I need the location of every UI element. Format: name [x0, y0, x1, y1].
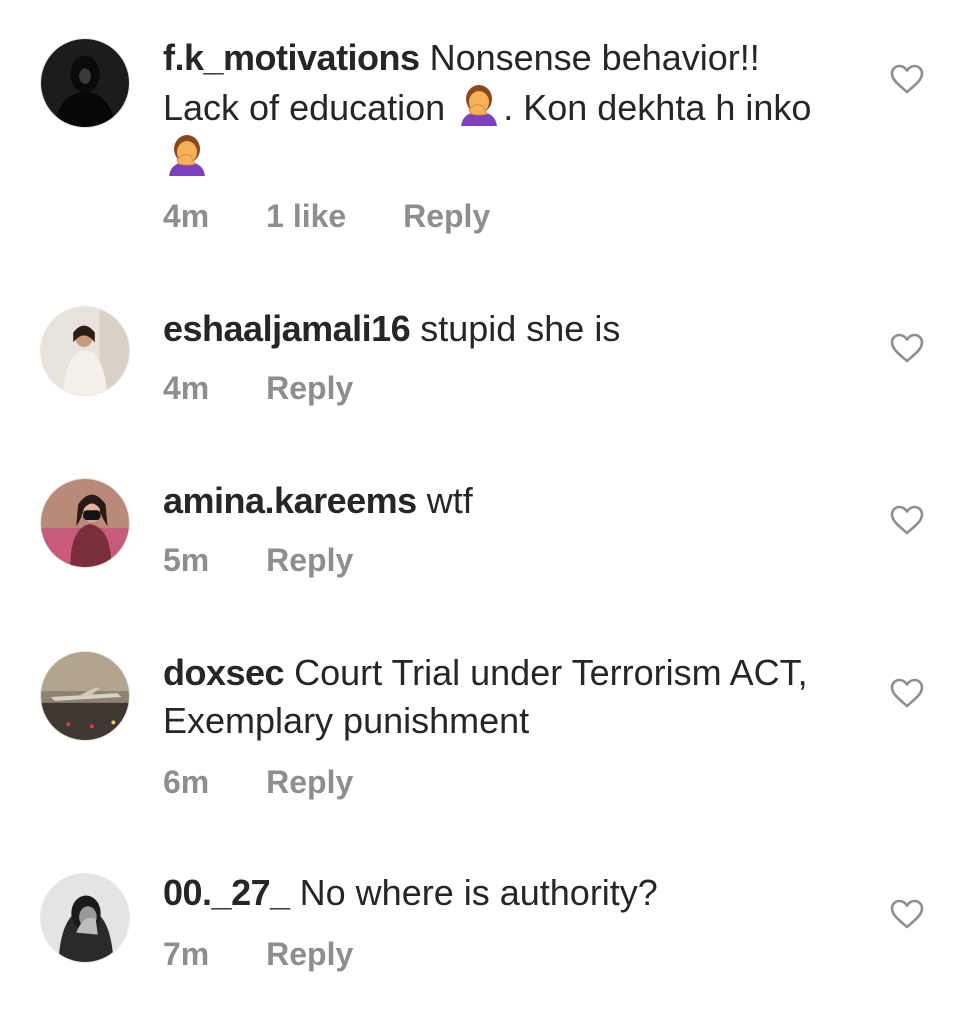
- comment-username[interactable]: eshaaljamali16: [163, 308, 411, 349]
- heart-icon[interactable]: [890, 64, 924, 94]
- comment-username[interactable]: 00._27_: [163, 872, 290, 913]
- comment-time: 6m: [163, 764, 210, 800]
- comment-username[interactable]: doxsec: [163, 652, 285, 693]
- comment-time: 5m: [163, 542, 210, 578]
- comment-text: wtf: [426, 480, 473, 521]
- comment-text: No where is authority?: [299, 872, 658, 913]
- comment-body: f.k_motivations Nonsense behavior!! Lack…: [163, 34, 843, 182]
- avatar-image: [41, 39, 129, 127]
- comment-body: 00._27_ No where is authority?: [163, 869, 843, 917]
- avatar[interactable]: [40, 651, 130, 741]
- reply-button[interactable]: Reply: [403, 198, 490, 234]
- comment-meta: 6m Reply: [163, 764, 401, 801]
- comment-username[interactable]: f.k_motivations: [163, 37, 420, 78]
- heart-icon[interactable]: [890, 333, 924, 363]
- avatar-image: [41, 652, 129, 740]
- comment-body: amina.kareems wtf: [163, 477, 843, 525]
- reply-button[interactable]: Reply: [266, 542, 353, 578]
- avatar-image: [41, 874, 129, 962]
- comment-meta: 7m Reply: [163, 936, 401, 973]
- woman-facepalming-emoji-icon: [461, 85, 498, 126]
- comment-time: 7m: [163, 936, 210, 972]
- reply-button[interactable]: Reply: [266, 370, 353, 406]
- avatar[interactable]: [40, 478, 130, 568]
- avatar[interactable]: [40, 306, 130, 396]
- comment-body: eshaaljamali16 stupid she is: [163, 305, 843, 353]
- comment-text: stupid she is: [420, 308, 621, 349]
- comment-meta: 4m 1 like Reply: [163, 198, 538, 235]
- comment-likes-link[interactable]: 1 like: [266, 198, 346, 234]
- reply-button[interactable]: Reply: [266, 936, 353, 972]
- comment-meta: 5m Reply: [163, 542, 401, 579]
- woman-facepalming-emoji-icon: [169, 135, 205, 176]
- comment-username[interactable]: amina.kareems: [163, 480, 417, 521]
- comment-meta: 4m Reply: [163, 370, 401, 407]
- avatar[interactable]: [40, 38, 130, 128]
- comment-body: doxsec Court Trial under Terrorism ACT, …: [163, 649, 843, 745]
- avatar[interactable]: [40, 873, 130, 963]
- avatar-image: [41, 479, 129, 567]
- reply-button[interactable]: Reply: [266, 764, 353, 800]
- comment-time: 4m: [163, 370, 210, 406]
- comment-time: 4m: [163, 198, 210, 234]
- avatar-image: [41, 307, 129, 395]
- comment-text: . Kon dekhta h inko: [503, 87, 812, 128]
- heart-icon[interactable]: [890, 505, 924, 535]
- heart-icon[interactable]: [890, 899, 924, 929]
- heart-icon[interactable]: [890, 678, 924, 708]
